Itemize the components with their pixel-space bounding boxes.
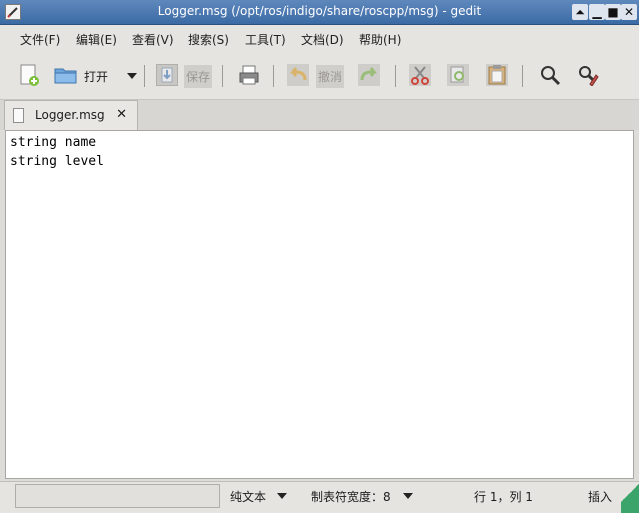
- menu-tools[interactable]: 工具(T): [245, 31, 286, 48]
- toolbar-separator: [144, 65, 145, 87]
- close-tab-icon[interactable]: ✕: [116, 107, 127, 122]
- menu-view[interactable]: 查看(V): [132, 31, 174, 48]
- new-document-icon[interactable]: [18, 64, 40, 86]
- undo-button-label[interactable]: 撤消: [316, 65, 345, 88]
- insert-mode-indicator[interactable]: 插入: [588, 488, 612, 505]
- undo-icon[interactable]: [287, 64, 309, 86]
- language-dropdown-icon[interactable]: [277, 493, 287, 499]
- status-message: [15, 484, 220, 508]
- language-selector[interactable]: 纯文本: [230, 488, 266, 505]
- close-window-icon[interactable]: ✕: [621, 4, 637, 20]
- paste-icon[interactable]: [486, 64, 508, 86]
- document-tab[interactable]: Logger.msg ✕: [4, 100, 138, 130]
- toolbar-separator: [222, 65, 223, 87]
- find-replace-icon[interactable]: [577, 64, 599, 87]
- maximize-window-icon[interactable]: ■: [605, 4, 621, 20]
- tab-width-selector[interactable]: 制表符宽度：8: [311, 488, 391, 505]
- tab-width-dropdown-icon[interactable]: [403, 493, 413, 499]
- cursor-position: 行 1，列 1: [474, 490, 533, 504]
- tab-bar: Logger.msg ✕: [0, 100, 639, 130]
- menu-search[interactable]: 搜索(S): [188, 31, 229, 48]
- menu-help[interactable]: 帮助(H): [359, 31, 401, 48]
- toolbar-separator: [395, 65, 396, 87]
- cut-icon[interactable]: [409, 64, 431, 86]
- text-editor[interactable]: string name string level: [5, 130, 634, 479]
- copy-icon[interactable]: [447, 64, 469, 86]
- find-icon[interactable]: [539, 64, 561, 86]
- toolbar: 打开 保存 撤消: [0, 51, 639, 100]
- open-folder-icon[interactable]: [54, 64, 78, 86]
- title-bar: Logger.msg (/opt/ros/indigo/share/roscpp…: [0, 0, 639, 25]
- editor-line[interactable]: string level: [10, 154, 104, 169]
- menu-file[interactable]: 文件(F): [20, 31, 60, 48]
- editor-line[interactable]: string name: [10, 135, 96, 150]
- toolbar-separator: [522, 65, 523, 87]
- minimize-window-icon[interactable]: ▁: [589, 4, 605, 20]
- print-icon[interactable]: [238, 64, 260, 86]
- shade-window-icon[interactable]: ⏶: [572, 4, 588, 20]
- window-title: Logger.msg (/opt/ros/indigo/share/roscpp…: [157, 4, 482, 18]
- save-icon[interactable]: [156, 64, 178, 86]
- status-bar: 纯文本 制表符宽度：8 行 1，列 1 插入: [0, 473, 639, 513]
- menu-documents[interactable]: 文档(D): [301, 31, 344, 48]
- redo-icon[interactable]: [358, 64, 380, 86]
- menu-bar: 文件(F) 编辑(E) 查看(V) 搜索(S) 工具(T) 文档(D) 帮助(H…: [0, 25, 639, 51]
- resize-grip[interactable]: [621, 473, 639, 513]
- menu-edit[interactable]: 编辑(E): [76, 31, 117, 48]
- save-button-label[interactable]: 保存: [184, 65, 213, 88]
- text-file-icon: [13, 108, 24, 123]
- toolbar-separator: [273, 65, 274, 87]
- document-tab-label: Logger.msg: [35, 108, 105, 122]
- open-button-label[interactable]: 打开: [84, 68, 108, 85]
- open-recent-dropdown-icon[interactable]: [127, 73, 137, 79]
